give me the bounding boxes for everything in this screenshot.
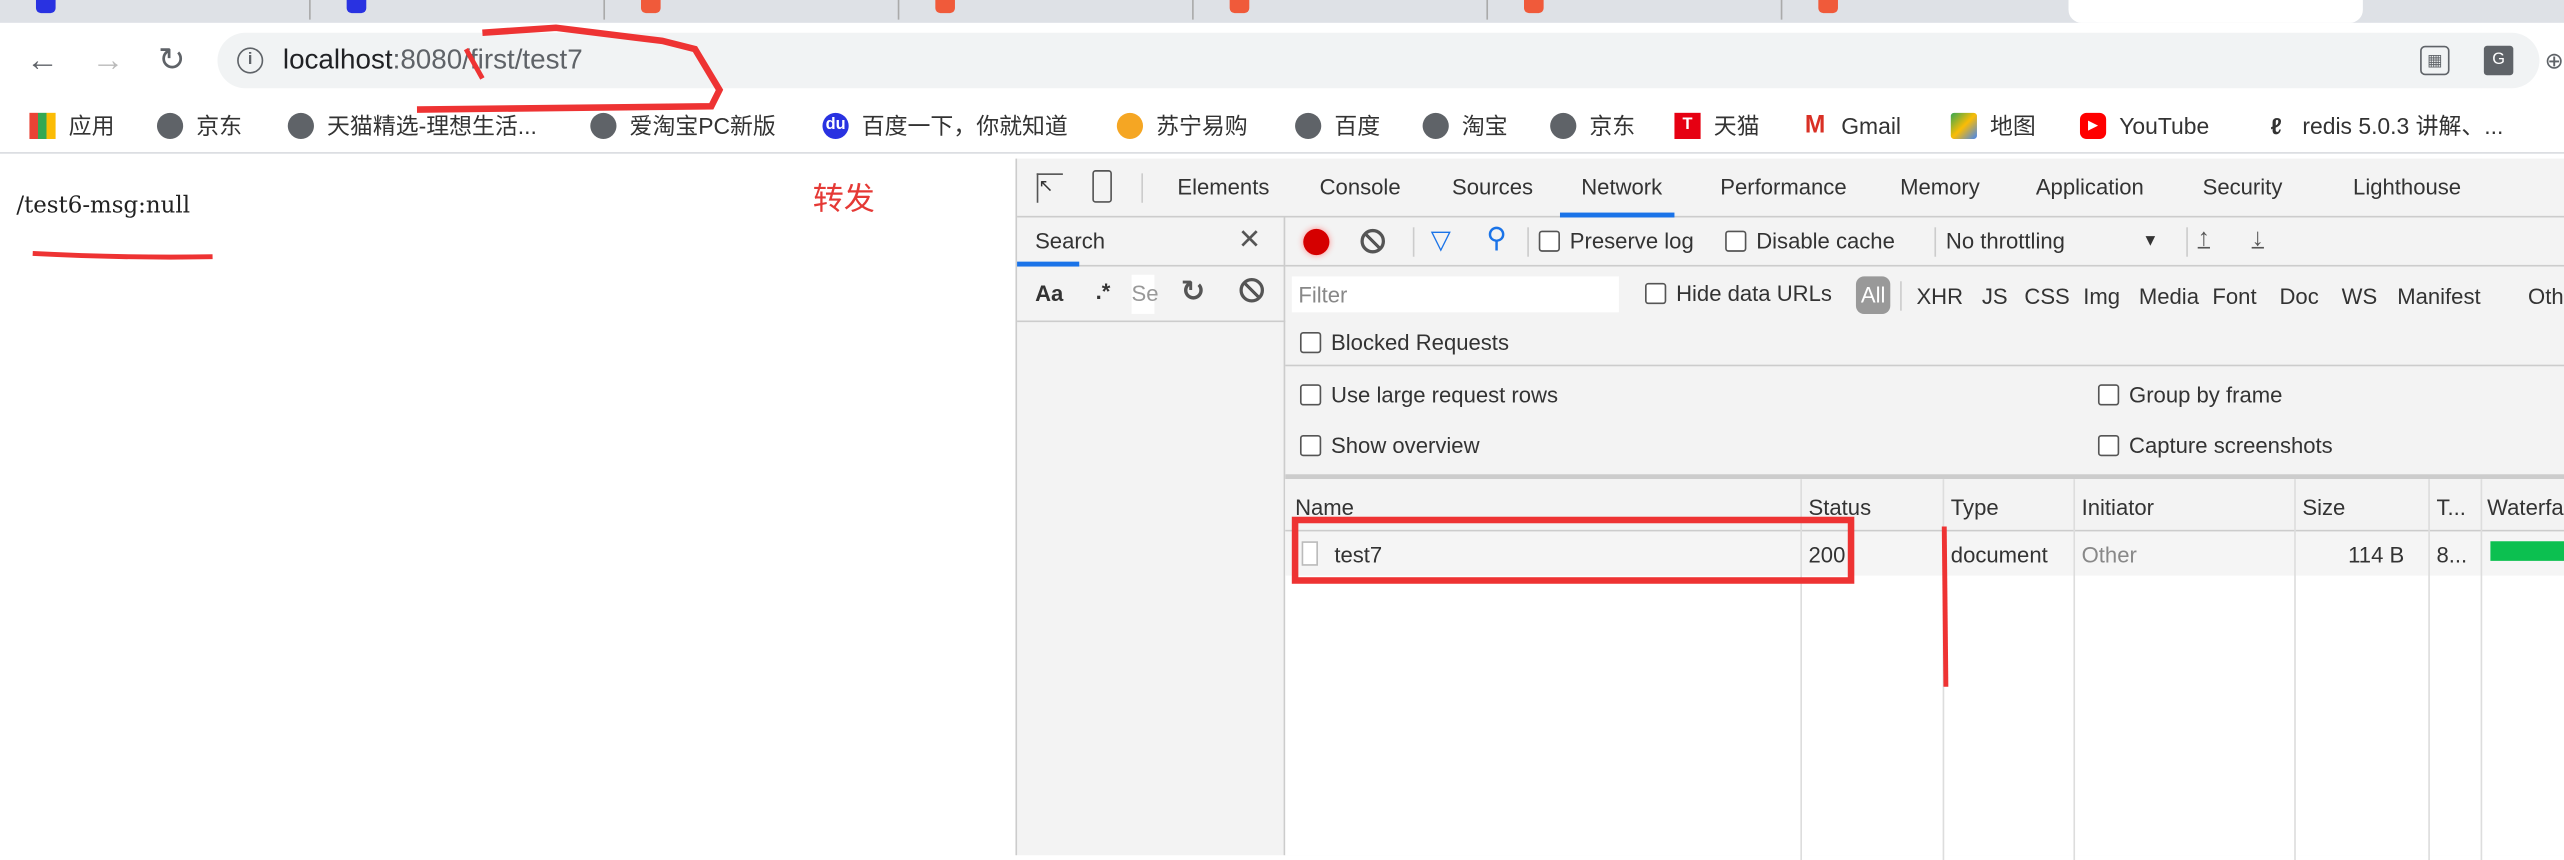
type-column-stroke (1941, 526, 1949, 687)
url-slash-stroke (463, 47, 485, 80)
browser-window: ← → ↻ i localhost:8080/first/test7 ▦ G ⊕… (0, 0, 2564, 860)
url-circle-stroke (416, 24, 724, 113)
message-underline-stroke (32, 251, 213, 260)
row-highlight-box (1291, 516, 1855, 584)
red-annotation-strokes (32, 24, 1949, 687)
